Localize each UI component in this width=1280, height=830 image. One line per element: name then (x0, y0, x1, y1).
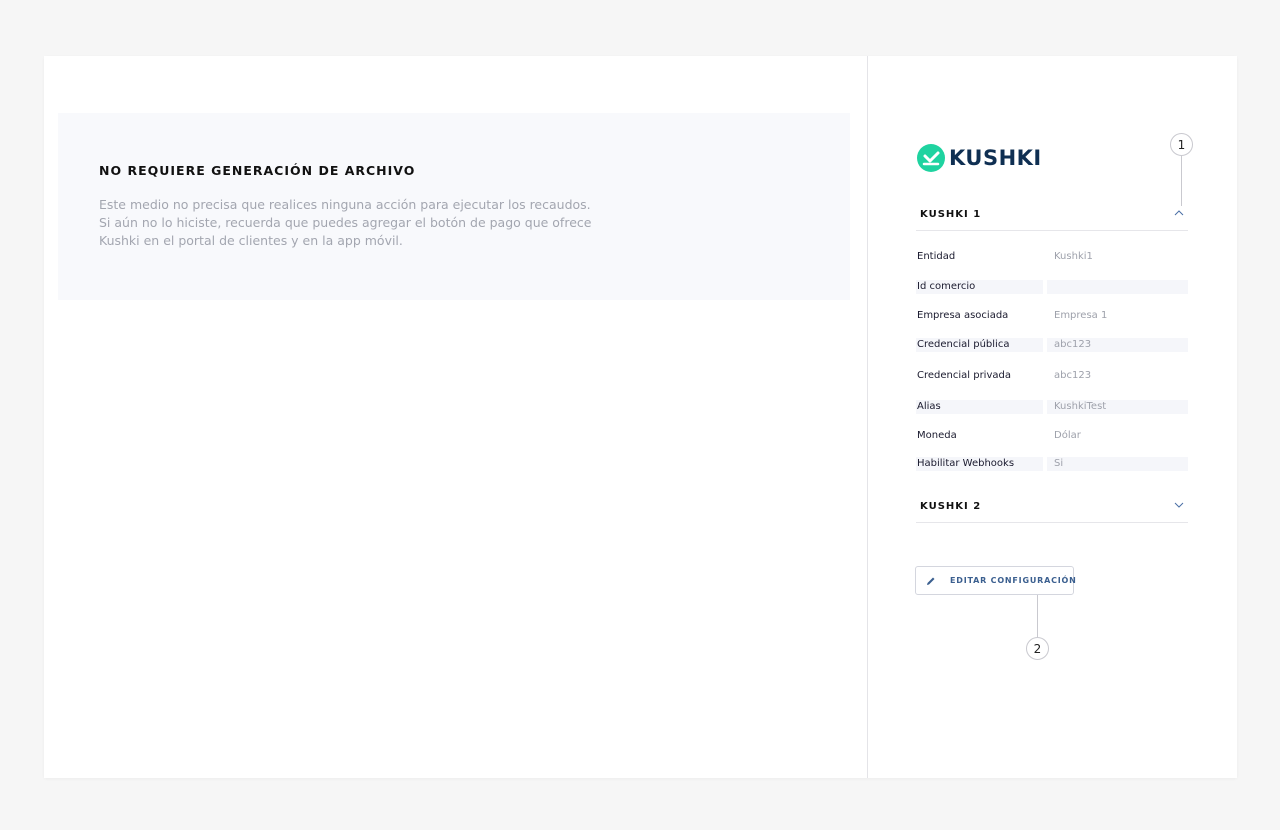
field-label: Id comercio (916, 280, 1043, 294)
field-row-alias: Alias KushkiTest (916, 400, 1188, 414)
info-line: Kushki en el portal de clientes y en la … (99, 233, 403, 248)
field-value (1047, 280, 1188, 294)
edit-button-label: EDITAR CONFIGURACIÓN (950, 576, 1077, 585)
annotation-marker-2: 2 (1026, 637, 1049, 660)
field-label: Alias (916, 400, 1043, 414)
field-row-credencial-privada: Credencial privada abc123 (916, 369, 1188, 383)
field-label: Entidad (917, 251, 956, 262)
field-label: Credencial privada (917, 370, 1011, 381)
info-line: Este medio no precisa que realices ningu… (99, 197, 591, 212)
info-line: Si aún no lo hiciste, recuerda que puede… (99, 215, 592, 230)
chevron-up-icon[interactable] (1174, 208, 1184, 221)
marker-number: 1 (1177, 137, 1186, 152)
section-header-kushki-2[interactable]: KUSHKI 2 (916, 494, 1188, 523)
field-value: Kushki1 (1054, 251, 1093, 262)
field-row-habilitar-webhooks: Habilitar Webhooks Si (916, 457, 1188, 471)
edit-configuration-button[interactable]: EDITAR CONFIGURACIÓN (915, 566, 1077, 595)
field-row-id-comercio: Id comercio (916, 280, 1188, 294)
chevron-down-icon[interactable] (1174, 500, 1184, 513)
section-label: KUSHKI 1 (920, 209, 982, 220)
field-label: Moneda (917, 430, 957, 441)
config-panel: KUSHKI 1 KUSHKI 1 Entidad Kushki1 Id com… (868, 56, 1237, 778)
field-value: abc123 (1054, 370, 1092, 381)
kushki-logo: KUSHKI (917, 144, 1042, 172)
section-header-kushki-1[interactable]: KUSHKI 1 (916, 202, 1188, 231)
field-row-credencial-publica: Credencial pública abc123 (916, 338, 1188, 352)
field-value: abc123 (1047, 338, 1188, 352)
main-card: NO REQUIERE GENERACIÓN DE ARCHIVO Este m… (44, 56, 1237, 778)
field-label: Habilitar Webhooks (916, 457, 1043, 471)
info-description: Este medio no precisa que realices ningu… (99, 196, 599, 250)
logo-text: KUSHKI (949, 146, 1042, 170)
marker-line-2 (1037, 595, 1038, 638)
field-row-entidad: Entidad Kushki1 (916, 250, 1188, 264)
annotation-marker-1: 1 (1170, 133, 1193, 156)
marker-number: 2 (1033, 641, 1042, 656)
section-label: KUSHKI 2 (920, 501, 982, 512)
info-title: NO REQUIERE GENERACIÓN DE ARCHIVO (99, 163, 416, 178)
marker-line-1 (1181, 156, 1182, 206)
kushki-logo-icon (917, 144, 945, 172)
field-label: Empresa asociada (917, 310, 1009, 321)
field-value: Si (1047, 457, 1188, 471)
field-row-moneda: Moneda Dólar (916, 429, 1188, 443)
pencil-icon (926, 576, 936, 586)
field-row-empresa-asociada: Empresa asociada Empresa 1 (916, 309, 1188, 323)
field-label: Credencial pública (916, 338, 1043, 352)
field-value: KushkiTest (1047, 400, 1188, 414)
field-value: Dólar (1054, 430, 1081, 441)
field-value: Empresa 1 (1054, 310, 1108, 321)
info-box: NO REQUIERE GENERACIÓN DE ARCHIVO Este m… (58, 113, 850, 300)
